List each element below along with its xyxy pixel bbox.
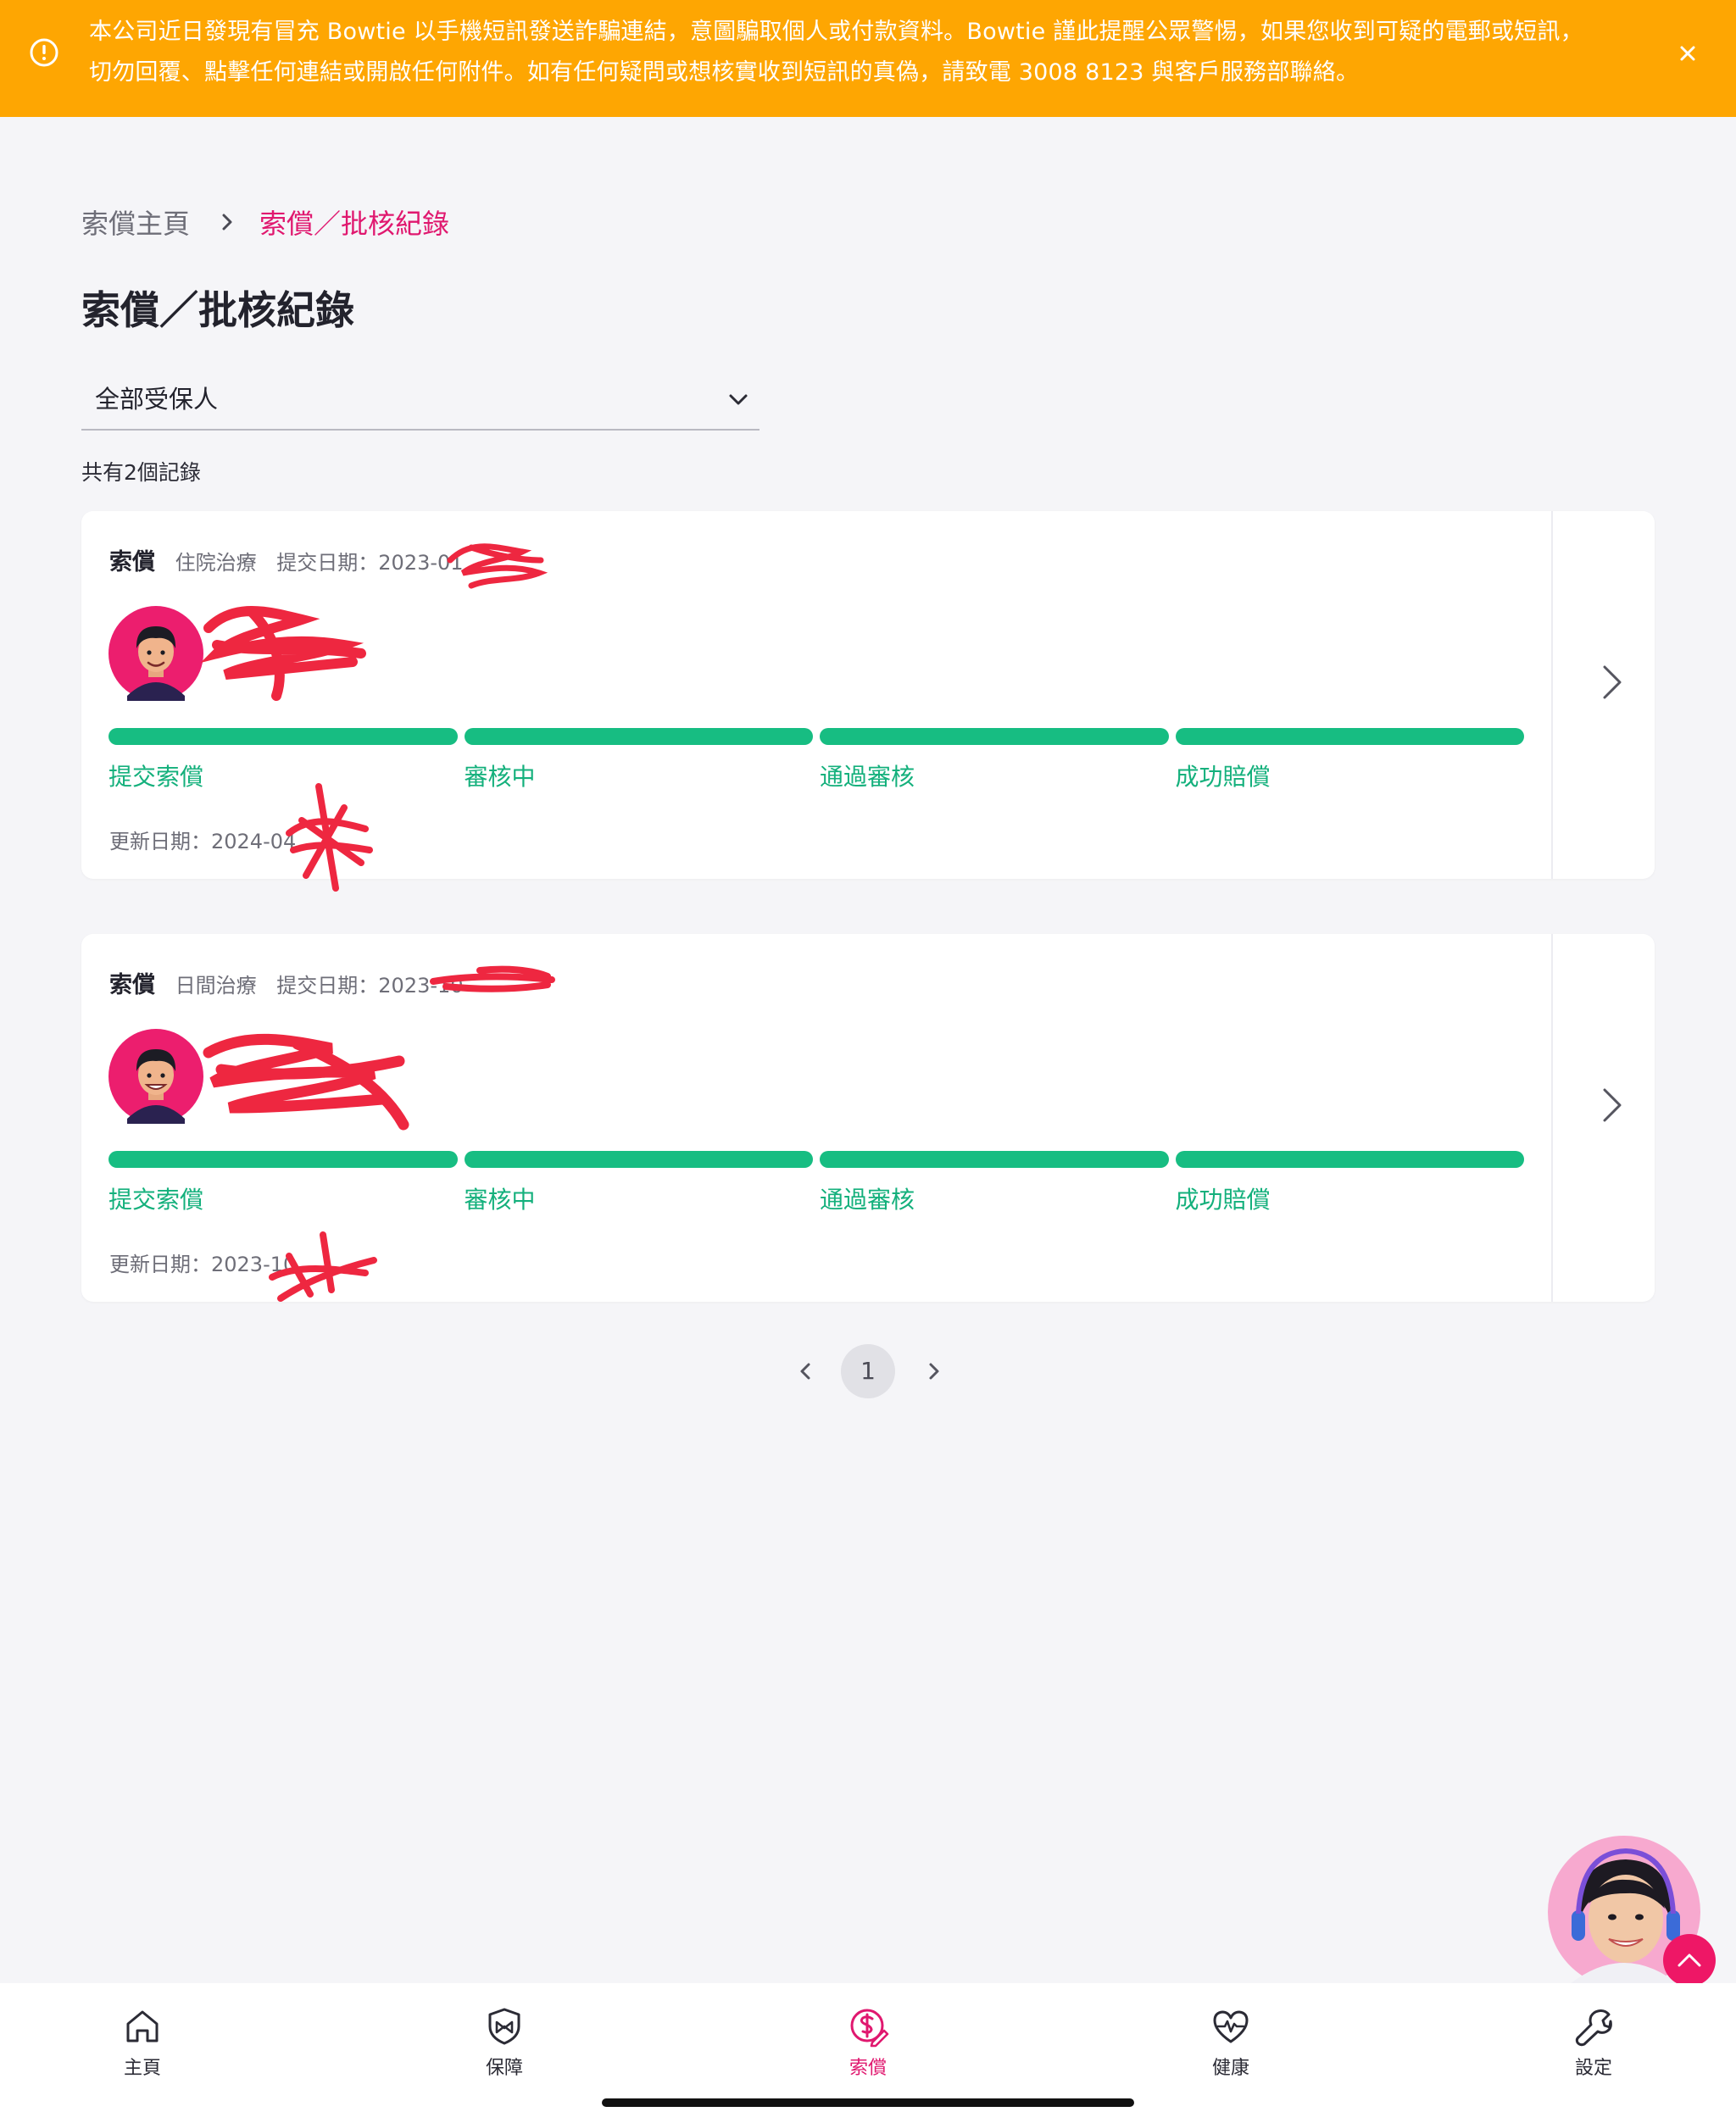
claim-steps: 提交索償 審核中 通過審核 成功賠償 — [108, 1181, 1524, 1215]
card-divider — [1551, 511, 1553, 879]
wrench-icon — [1575, 2009, 1612, 2047]
step-approved: 通過審核 — [820, 763, 915, 791]
progress-segment — [1175, 728, 1524, 745]
insured-filter-value: 全部受保人 — [95, 385, 219, 414]
claim-submitted-date: 提交日期：2023-01 — [276, 551, 464, 575]
chevron-right-icon[interactable] — [922, 1358, 946, 1385]
nav-label-coverage: 保障 — [485, 2058, 523, 2079]
claim-type: 索償 — [109, 549, 155, 575]
record-count: 共有2個記錄 — [81, 460, 201, 485]
nav-item-claims[interactable]: 索償 — [809, 2005, 927, 2080]
page-title: 索償／批核紀錄 — [81, 287, 354, 333]
progress-segment — [108, 728, 458, 745]
progress-segment — [820, 1151, 1169, 1168]
chevron-up-icon — [1678, 1953, 1701, 1967]
breadcrumb-current: 索償／批核紀錄 — [259, 208, 450, 240]
nav-label-health: 健康 — [1211, 2058, 1249, 2079]
step-reviewing: 審核中 — [464, 1186, 536, 1214]
claim-type: 索償 — [109, 972, 155, 998]
breadcrumb-home-link[interactable]: 索償主頁 — [81, 203, 190, 242]
avatar — [108, 1029, 203, 1124]
home-icon — [126, 2010, 159, 2042]
claim-progress-bar — [108, 728, 1524, 745]
step-paid: 成功賠償 — [1175, 763, 1271, 791]
alert-circle-icon — [30, 38, 58, 67]
nav-item-coverage[interactable]: 保障 — [445, 2005, 564, 2080]
page-number-button[interactable]: 1 — [841, 1344, 895, 1398]
nav-item-settings[interactable]: 設定 — [1534, 2005, 1653, 2080]
alert-message: 本公司近日發現有冒充 Bowtie 以手機短訊發送詐騙連結，意圖騙取個人或付款資… — [89, 12, 1640, 93]
claim-updated-date: 更新日期：2023-10 — [109, 1253, 297, 1276]
close-icon[interactable] — [1675, 41, 1700, 66]
chevron-right-icon[interactable] — [1590, 660, 1634, 704]
progress-segment — [464, 728, 813, 745]
progress-segment — [1175, 1151, 1524, 1168]
nav-item-home[interactable]: 主頁 — [83, 2005, 202, 2080]
claim-progress-bar — [108, 1151, 1524, 1168]
step-approved: 通過審核 — [820, 1186, 915, 1214]
nav-label-claims: 索償 — [849, 2058, 887, 2079]
home-indicator — [602, 2098, 1134, 2107]
heart-pulse-icon — [1213, 2010, 1249, 2043]
step-submitted: 提交索償 — [108, 1186, 204, 1214]
claim-header: 索償 日間治療 提交日期：2023-10 — [109, 966, 464, 999]
redaction-scribble — [203, 1033, 409, 1131]
nav-label-home: 主頁 — [123, 2058, 161, 2079]
step-submitted: 提交索償 — [108, 763, 204, 791]
claim-updated-date: 更新日期：2024-04 — [109, 830, 297, 853]
insured-filter-select[interactable]: 全部受保人 — [81, 373, 760, 431]
step-paid: 成功賠償 — [1175, 1186, 1271, 1214]
chevron-down-icon — [729, 394, 748, 405]
alert-banner: 本公司近日發現有冒充 Bowtie 以手機短訊發送詐騙連結，意圖騙取個人或付款資… — [0, 0, 1736, 117]
alert-message-line-1: 本公司近日發現有冒充 Bowtie 以手機短訊發送詐騙連結，意圖騙取個人或付款資… — [89, 19, 1583, 45]
progress-segment — [464, 1151, 813, 1168]
alert-message-line-2: 切勿回覆、點擊任何連結或開啟任何附件。如有任何疑問或想核實收到短訊的真偽，請致電… — [89, 59, 1360, 86]
claim-steps: 提交索償 審核中 通過審核 成功賠償 — [108, 759, 1524, 792]
pagination: 1 — [783, 1344, 953, 1398]
claim-card[interactable]: 索償 日間治療 提交日期：2023-10 提交索償 審核中 通過審核 成功賠償 … — [81, 934, 1655, 1302]
claim-submitted-date: 提交日期：2023-10 — [276, 974, 464, 998]
chevron-left-icon[interactable] — [793, 1358, 817, 1385]
card-divider — [1551, 934, 1553, 1302]
avatar — [108, 606, 203, 701]
breadcrumb: 索償主頁 索償／批核紀錄 — [81, 202, 449, 242]
progress-segment — [108, 1151, 458, 1168]
claim-header: 索償 住院治療 提交日期：2023-01 — [109, 543, 464, 576]
nav-item-health[interactable]: 健康 — [1171, 2005, 1290, 2080]
redaction-scribble — [200, 606, 366, 701]
chevron-right-icon — [222, 214, 232, 231]
claim-card[interactable]: 索償 住院治療 提交日期：2023-01 提交索償 審核中 通過審核 成功賠償 … — [81, 511, 1655, 892]
chevron-right-icon[interactable] — [1590, 1083, 1634, 1127]
shield-icon — [488, 2008, 520, 2045]
claim-category: 日間治療 — [175, 974, 257, 998]
nav-label-settings: 設定 — [1574, 2058, 1612, 2079]
claim-category: 住院治療 — [175, 551, 257, 575]
progress-segment — [820, 728, 1169, 745]
redaction-scribble — [286, 783, 373, 892]
dollar-claim-icon — [850, 2009, 889, 2048]
step-reviewing: 審核中 — [464, 763, 536, 791]
scroll-to-top-button[interactable] — [1663, 1934, 1716, 1987]
